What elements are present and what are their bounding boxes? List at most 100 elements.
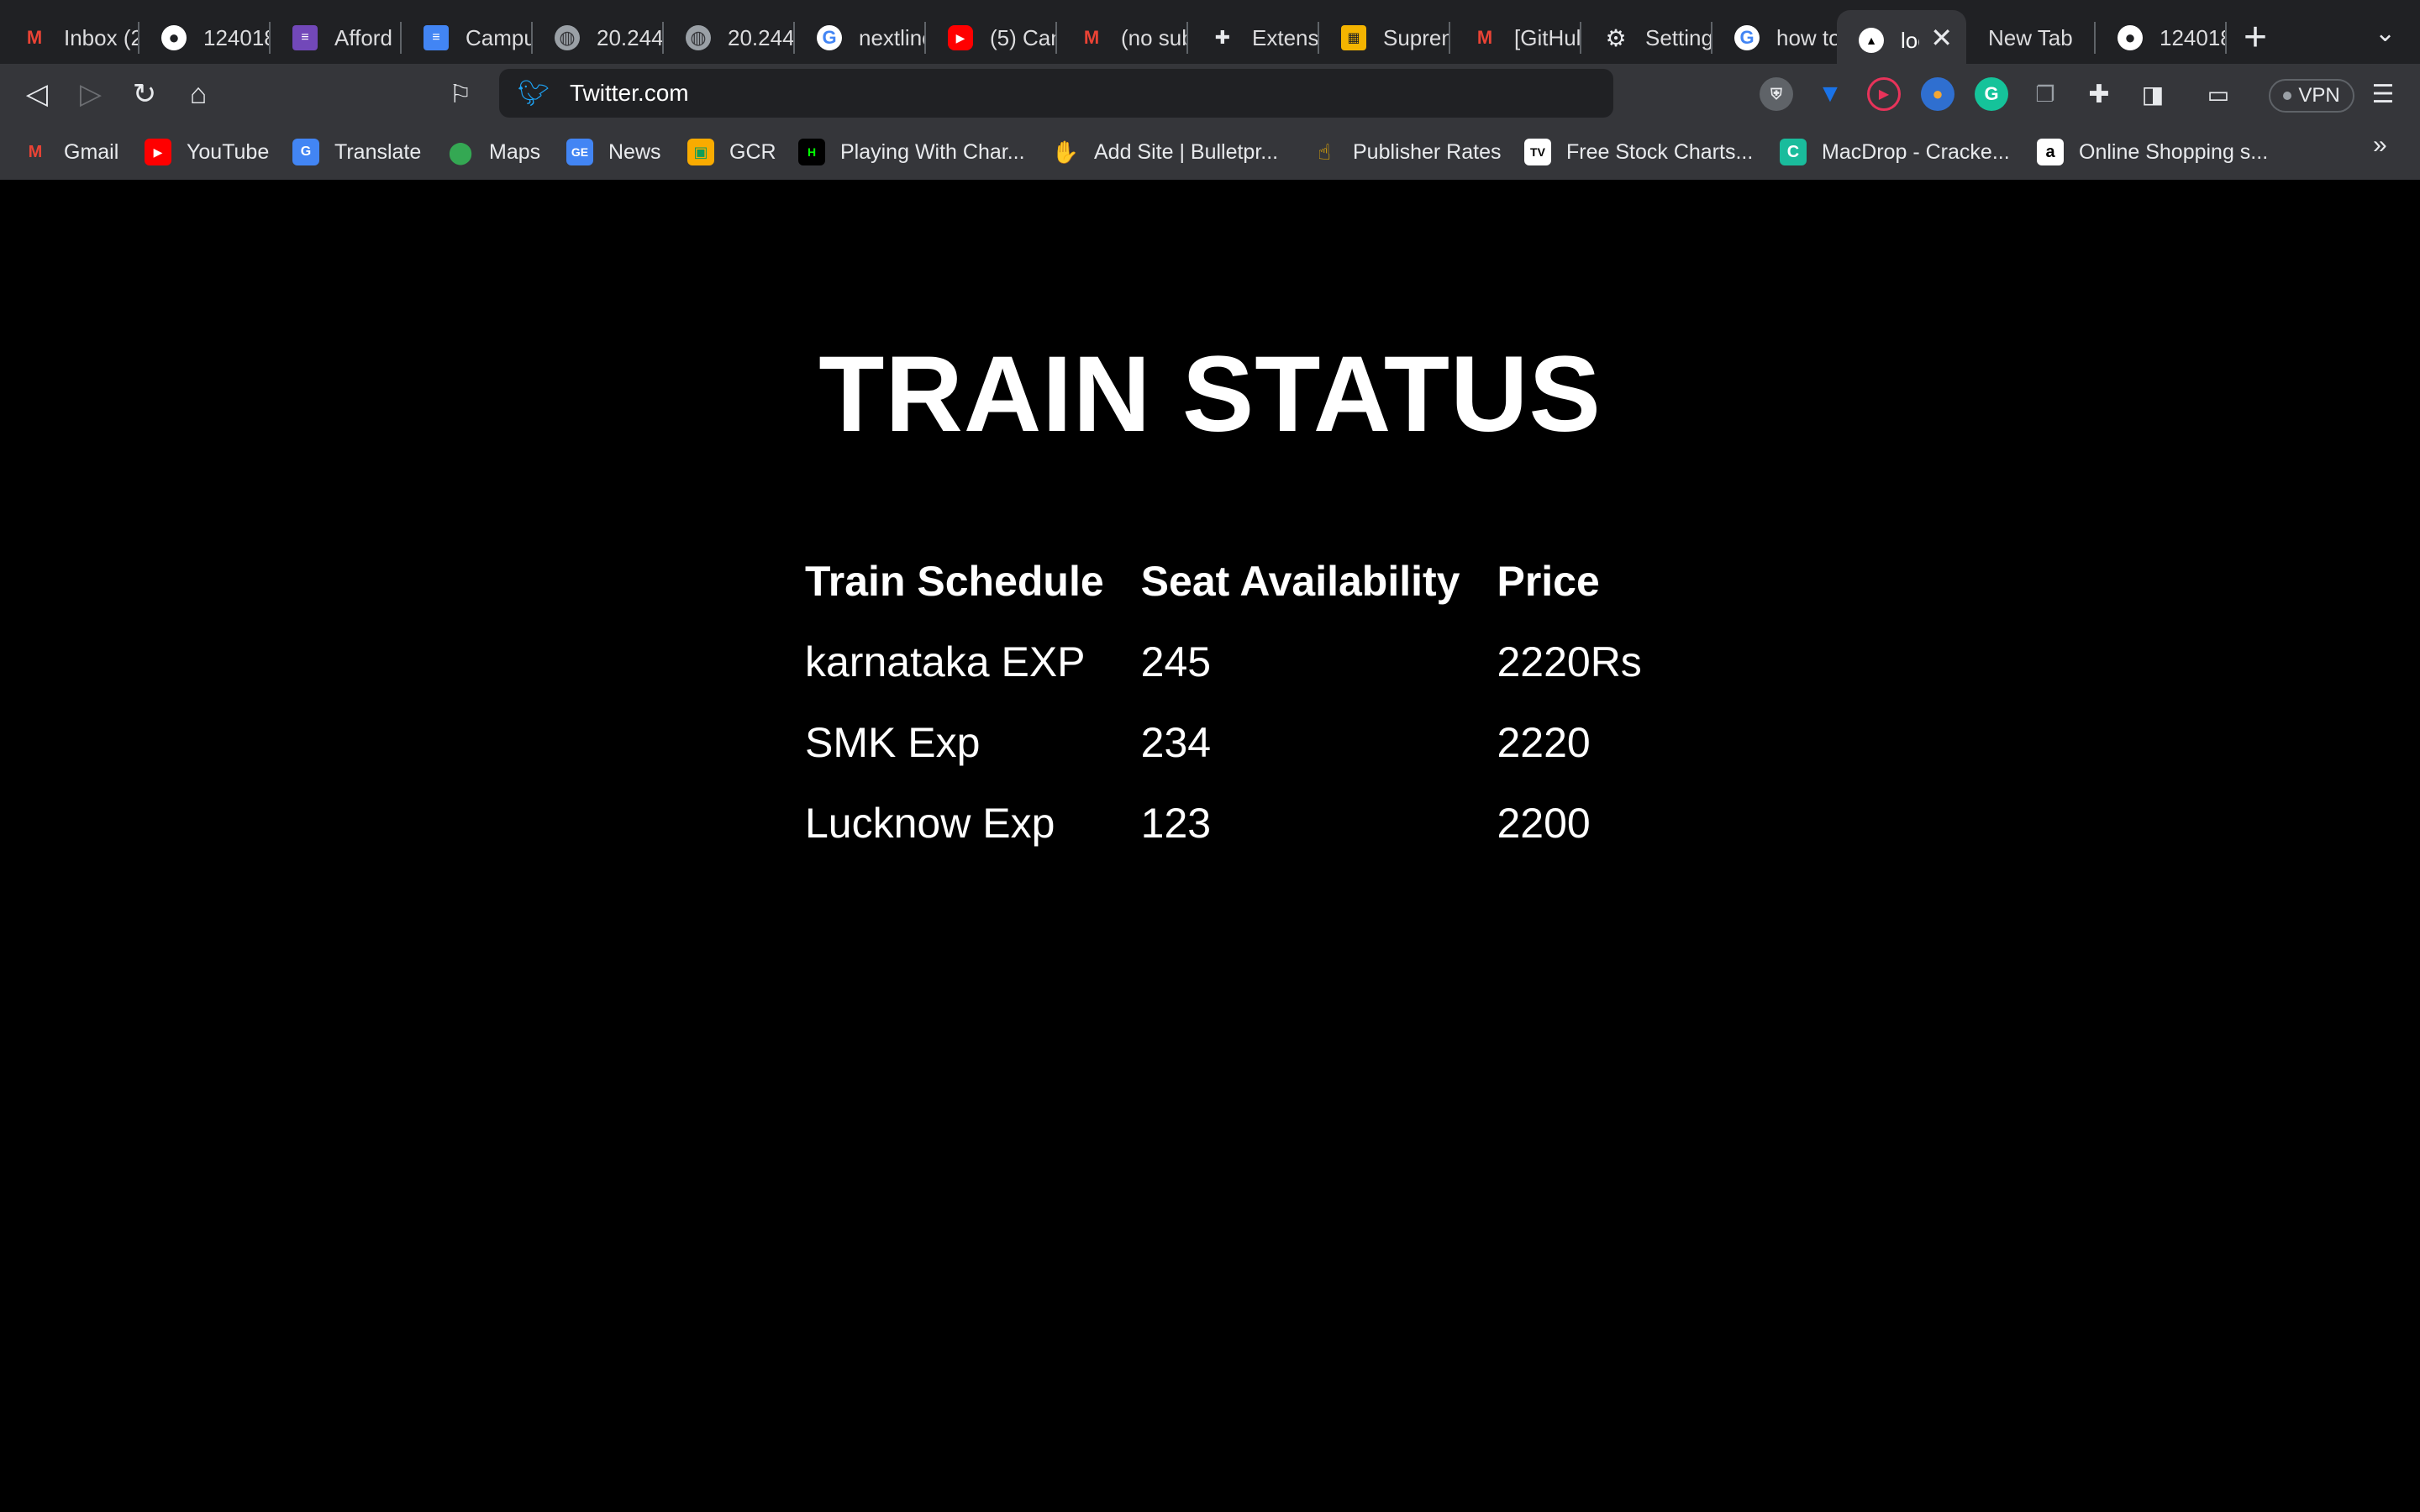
tab-inbox[interactable]: M Inbox (2 [0, 12, 138, 64]
vpn-label: VPN [2298, 84, 2340, 107]
tab-title: nextline [859, 24, 924, 50]
tab-title: Setting [1645, 24, 1711, 50]
copy-icon[interactable]: ❐ [2028, 77, 2062, 111]
bookmark-maps[interactable]: ⬤ Maps [447, 136, 540, 168]
bookmark-online-shopping[interactable]: a Online Shopping s... [2037, 136, 2268, 168]
bookmark-icon[interactable]: ⚐ [440, 74, 481, 114]
globe-icon: ◍ [686, 25, 711, 50]
header-seat-availability: Seat Availability [1140, 558, 1460, 605]
address-bar[interactable]: 🐦︎ Twitter.com [499, 69, 1613, 118]
bookmark-macdrop[interactable]: C MacDrop - Cracke... [1780, 136, 2010, 168]
table-row: karnataka EXP 245 2220Rs [795, 622, 1669, 702]
tab-title: (5) Can [990, 24, 1055, 50]
new-tab-plus-icon[interactable]: + [2244, 15, 2267, 60]
bookmark-youtube[interactable]: ▶ YouTube [145, 136, 269, 168]
train-name-cell: SMK Exp [805, 719, 981, 766]
tab-ip-2[interactable]: ◍ 20.244 [664, 12, 793, 64]
vpn-button[interactable]: VPN [2269, 79, 2354, 113]
bookmarks-bar: M Gmail ▶ YouTube G Translate ⬤ Maps GE … [0, 124, 2420, 180]
gmail-icon: M [28, 142, 43, 161]
github-icon: ● [161, 25, 187, 50]
bookmark-label: Translate [334, 139, 422, 164]
google-icon: G [817, 25, 842, 50]
table-row: SMK Exp 234 2220 [795, 702, 1669, 783]
amazon-icon: a [2037, 139, 2064, 165]
seat-count-cell: 123 [1140, 800, 1212, 847]
youtube-icon: ▶ [145, 139, 171, 165]
bookmark-news[interactable]: GE News [566, 136, 661, 168]
tab-strip: M Inbox (2 ● 124018 ≡ Afford ≡ Campu ◍ 2… [0, 0, 2420, 71]
puzzle-icon: ✚ [1214, 27, 1231, 48]
table-row: Lucknow Exp 123 2200 [795, 783, 1669, 864]
bookmark-gcr[interactable]: ▣ GCR [687, 136, 776, 168]
bookmark-free-stock-charts[interactable]: TV Free Stock Charts... [1524, 136, 1753, 168]
vpn-status-dot [2283, 92, 2292, 100]
more-bookmarks-icon[interactable]: » [2373, 131, 2387, 160]
tab-github-2[interactable]: ● 124018 [2096, 12, 2225, 64]
translate-icon: G [292, 139, 319, 165]
github-icon: ● [2118, 25, 2143, 50]
puzzle-icon[interactable]: ✚ [2082, 77, 2116, 111]
bookmark-add-site[interactable]: ✋ Add Site | Bulletpr... [1052, 136, 1278, 168]
tab-title: [GitHul [1514, 24, 1580, 50]
bookmark-playing-with-charts[interactable]: H Playing With Char... [798, 136, 1025, 168]
shield-icon[interactable]: ⛨ [1760, 77, 1793, 111]
bookmark-translate[interactable]: G Translate [292, 136, 421, 168]
tab-title: 124018 [203, 24, 269, 50]
tab-ip-1[interactable]: ◍ 20.244 [533, 12, 662, 64]
news-icon: GE [566, 139, 593, 165]
play-icon[interactable]: ▶ [1867, 77, 1901, 111]
wallet-icon[interactable]: ▭ [2202, 77, 2235, 111]
bulletproof-icon: ✋ [1051, 139, 1080, 165]
tab-github-mail[interactable]: M [GitHul [1450, 12, 1580, 64]
side-panel-icon[interactable]: ◨ [2136, 77, 2170, 111]
tab-title: 124018 [2160, 24, 2225, 50]
tab-forms[interactable]: ≡ Afford [271, 12, 400, 64]
tab-youtube[interactable]: ▶ (5) Can [926, 12, 1055, 64]
tab-extensions[interactable]: ✚ Extensi [1188, 12, 1318, 64]
close-tab-icon[interactable]: ✕ [1930, 22, 1953, 54]
bookmark-label: MacDrop - Cracke... [1822, 139, 2010, 164]
tab-title: how to [1776, 24, 1839, 50]
home-icon[interactable]: ⌂ [178, 74, 218, 114]
gmail-icon: M [26, 27, 43, 48]
bookmark-label: Add Site | Bulletpr... [1094, 139, 1279, 164]
bookmark-label: Gmail [64, 139, 119, 164]
tab-nextline[interactable]: G nextline [795, 12, 924, 64]
tab-new-tab[interactable]: New Tab [1966, 12, 2092, 64]
chevron-down-icon[interactable]: ⌄ [2375, 18, 2396, 48]
docs-icon: ≡ [424, 25, 449, 50]
bookmark-label: Publisher Rates [1353, 139, 1502, 164]
back-arrow-icon[interactable]: ◁ [17, 74, 57, 114]
tab-store[interactable]: ▦ Supren [1319, 12, 1449, 64]
tab-github[interactable]: ● 124018 [139, 12, 269, 64]
gmail-icon: M [1083, 27, 1100, 48]
menu-icon[interactable]: ☰ [2363, 74, 2403, 114]
bookmark-gmail[interactable]: M Gmail [22, 136, 119, 168]
tab-divider [2225, 22, 2227, 54]
tab-title: loca [1901, 27, 1919, 53]
seat-count-cell: 234 [1140, 719, 1212, 766]
train-name-cell: Lucknow Exp [805, 800, 1055, 847]
hackernoon-icon: H [798, 139, 825, 165]
reload-icon[interactable]: ↻ [124, 74, 165, 114]
tab-title: New Tab [1988, 24, 2073, 50]
page-title: TRAIN STATUS [818, 334, 1602, 454]
tab-how-to[interactable]: G how to [1712, 12, 1839, 64]
tab-no-subject[interactable]: M (no sub [1057, 12, 1186, 64]
bookmark-label: Online Shopping s... [2079, 139, 2269, 164]
extension-badge-icon[interactable]: ● [1921, 77, 1954, 111]
grammarly-icon[interactable]: G [1975, 77, 2008, 111]
tab-title: Afford [334, 24, 392, 50]
vpn-shield-icon[interactable]: ▼ [1813, 77, 1847, 111]
forward-arrow-icon[interactable]: ▷ [71, 74, 111, 114]
google-icon: G [1734, 25, 1760, 50]
tab-title: Supren [1383, 24, 1449, 50]
tab-title: 20.244 [597, 24, 662, 50]
tab-localhost-active[interactable]: ▲ loca ✕ [1837, 10, 1966, 71]
tab-settings[interactable]: ⚙ Setting [1581, 12, 1711, 64]
bookmark-label: Maps [489, 139, 541, 164]
bookmark-publisher-rates[interactable]: ☝ Publisher Rates [1311, 136, 1501, 168]
bookmark-label: GCR [729, 139, 776, 164]
tab-docs[interactable]: ≡ Campu [402, 12, 531, 64]
